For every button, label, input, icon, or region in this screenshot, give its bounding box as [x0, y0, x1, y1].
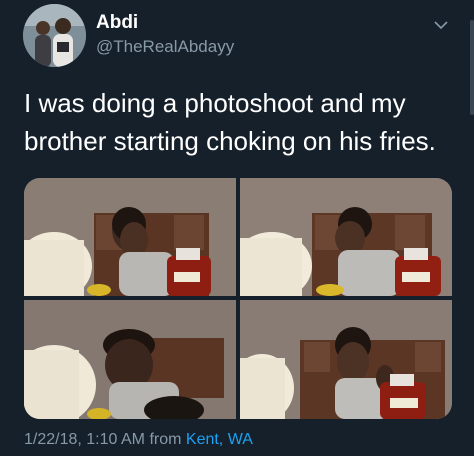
- tweet-meta: 1/22/18, 1:10 AM from Kent, WA: [24, 431, 253, 449]
- display-name[interactable]: Abdi: [96, 12, 138, 34]
- timestamp[interactable]: 1/22/18, 1:10 AM: [24, 431, 145, 448]
- photo-3[interactable]: [24, 300, 236, 419]
- chevron-down-icon[interactable]: [432, 18, 450, 32]
- photo-2[interactable]: [240, 178, 452, 296]
- scrollbar[interactable]: [470, 20, 474, 115]
- user-handle[interactable]: @TheRealAbdayy: [96, 37, 234, 57]
- location-link[interactable]: Kent, WA: [186, 431, 253, 448]
- tweet-card: Abdi @TheRealAbdayy I was doing a photos…: [0, 0, 474, 456]
- media-grid: [24, 178, 452, 419]
- tweet-text: I was doing a photoshoot and my brother …: [24, 88, 436, 156]
- photo-4[interactable]: [240, 300, 452, 419]
- photo-1[interactable]: [24, 178, 236, 296]
- avatar[interactable]: [23, 4, 86, 67]
- from-label: from: [149, 431, 182, 448]
